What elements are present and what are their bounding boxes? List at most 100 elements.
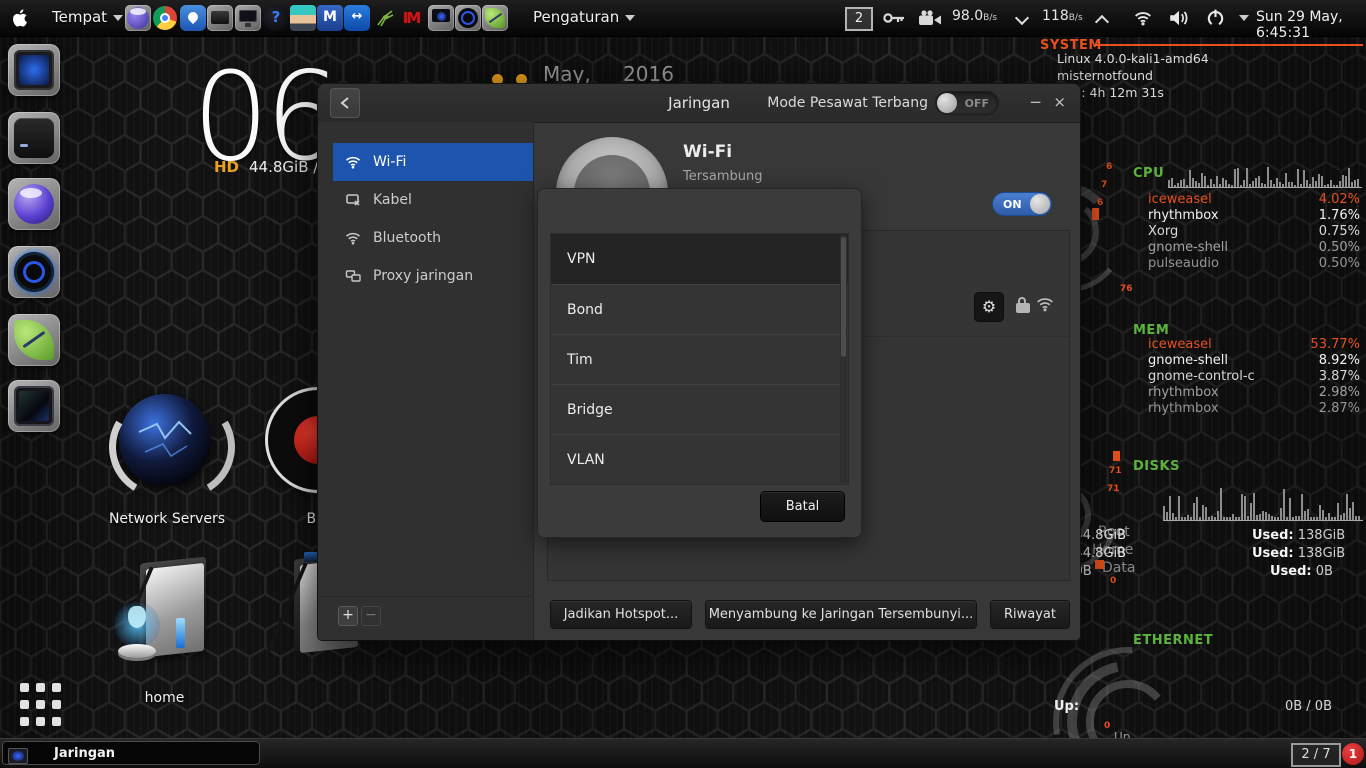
sidebar-item-label: Wi-Fi	[373, 154, 407, 170]
toggle-state: ON	[1003, 198, 1022, 211]
disk-used-label: Used:	[1252, 546, 1294, 561]
panel-clock[interactable]: Sun 29 May, 6:45:31	[1256, 9, 1366, 41]
workspace-indicator[interactable]: 2	[845, 7, 873, 31]
control-center-icon[interactable]	[428, 5, 454, 31]
metasploit-icon[interactable]: M	[317, 5, 343, 31]
display-glyph	[14, 386, 54, 426]
connection-settings-button[interactable]: ⚙	[974, 292, 1004, 322]
net-upload-unit: B/s	[1068, 13, 1083, 23]
help-icon[interactable]: ?	[263, 5, 289, 31]
ethernet-up-label: Up:	[1054, 699, 1080, 714]
dock-display-icon[interactable]	[8, 380, 60, 432]
top-panel: Tempat ? M ↔ IM Pengaturan 2 98.0B/s 118…	[0, 0, 1366, 41]
files-icon[interactable]	[207, 5, 233, 31]
teamviewer-icon[interactable]: ↔	[344, 5, 370, 31]
app-grid-button[interactable]	[20, 683, 64, 727]
connection-type-vlan[interactable]: VLAN	[551, 434, 848, 484]
airplane-mode-toggle[interactable]: OFF	[936, 92, 998, 114]
chevron-down-icon	[113, 14, 124, 21]
wired-network-icon	[346, 194, 360, 206]
desktop-screen: 06 May, 2016 HD 44.8GiB / 192 Network Ser…	[0, 0, 1366, 768]
dock-leafpad-icon[interactable]	[8, 314, 60, 366]
net-download-unit: B/s	[983, 13, 998, 23]
leaf-glyph	[14, 320, 54, 360]
msf-text-icon[interactable]: IM	[398, 5, 424, 31]
sidebar-item-proxy[interactable]: Proxy jaringan	[333, 257, 533, 295]
power-icon[interactable]	[1206, 8, 1225, 27]
notification-badge: 1	[1342, 743, 1364, 765]
add-connection-button[interactable]: +	[338, 606, 358, 626]
chevron-down-icon	[625, 14, 636, 21]
player-glyph	[14, 252, 54, 292]
disk-label: Data	[1102, 560, 1136, 576]
taskbar-window-button[interactable]: Jaringan	[2, 741, 260, 765]
airplane-mode-label: Mode Pesawat Terbang	[767, 95, 928, 111]
mem-process-value: 2.98%	[1318, 385, 1360, 400]
close-button[interactable]: ×	[1053, 92, 1066, 112]
dock-browser-icon[interactable]	[8, 178, 60, 230]
conky-cpu-title: CPU	[1133, 166, 1165, 181]
net-upload-value: 118	[1042, 8, 1069, 24]
disk-used: Used: 0B	[1270, 564, 1333, 579]
mem-process: gnome-control-c	[1148, 369, 1255, 384]
connection-type-vpn[interactable]: VPN	[551, 234, 848, 284]
cpu-process: Xorg	[1148, 224, 1179, 239]
connection-type-bridge[interactable]: Bridge	[551, 384, 848, 434]
connect-hidden-network-button[interactable]: Menyambung ke Jaringan Tersembunyi...	[706, 601, 976, 628]
cpu-process: gnome-shell	[1148, 240, 1229, 255]
workspace-pager[interactable]: 2 / 7	[1291, 743, 1341, 767]
sidebar-item-bluetooth[interactable]: Bluetooth	[333, 219, 533, 257]
network-servers-icon[interactable]	[98, 385, 246, 509]
cpu-history-graph	[1168, 163, 1362, 188]
sidebar-item-wired[interactable]: Kabel	[333, 181, 533, 219]
gauge-tick: 6	[1106, 162, 1113, 172]
cpu-process: iceweasel	[1148, 192, 1212, 207]
leafpad-icon[interactable]	[482, 5, 508, 31]
minimize-button[interactable]: −	[1029, 92, 1042, 112]
screen-recorder-icon[interactable]	[918, 10, 942, 26]
bluetooth-icon	[345, 232, 361, 245]
dock-computer-icon[interactable]	[8, 44, 60, 96]
connection-type-team[interactable]: Tim	[551, 334, 848, 384]
gauge-marker	[1095, 560, 1104, 569]
chrome-icon[interactable]	[152, 5, 178, 31]
wifi-toggle[interactable]: ON	[993, 193, 1051, 215]
dialog-scrollbar[interactable]	[840, 235, 847, 483]
toggle-knob	[937, 93, 957, 113]
media-player-icon[interactable]	[455, 5, 481, 31]
mem-process-value: 3.87%	[1318, 369, 1360, 384]
display-app-icon[interactable]	[235, 5, 261, 31]
gauge-tick: 76	[1120, 284, 1133, 294]
gauge-tick: 71	[1109, 466, 1122, 476]
chevron-down-icon[interactable]	[1239, 15, 1249, 21]
home-folder-icon[interactable]	[112, 556, 217, 668]
software-center-icon[interactable]	[180, 5, 206, 31]
gauge-marker	[1113, 451, 1120, 461]
sidebar-item-wifi[interactable]: Wi-Fi	[333, 143, 533, 181]
connection-type-bond[interactable]: Bond	[551, 284, 848, 334]
settings-menu[interactable]: Pengaturan	[533, 8, 636, 26]
use-as-hotspot-button[interactable]: Jadikan Hotspot...	[551, 601, 691, 628]
iceweasel-icon[interactable]	[125, 5, 151, 31]
window-headerbar: Jaringan Mode Pesawat Terbang OFF − ×	[318, 84, 1080, 123]
mem-process-value: 53.77%	[1310, 337, 1360, 352]
remove-connection-button[interactable]: −	[361, 606, 381, 626]
cancel-button[interactable]: Batal	[761, 492, 844, 521]
dock-player-icon[interactable]	[8, 246, 60, 298]
avatar-app-icon[interactable]	[290, 5, 316, 31]
network-settings-window: Jaringan Mode Pesawat Terbang OFF − × Wi…	[318, 84, 1080, 640]
volume-icon[interactable]	[1168, 9, 1190, 27]
places-menu[interactable]: Tempat	[52, 8, 124, 26]
conky-os: Linux 4.0.0-kali1-amd64	[1057, 51, 1209, 66]
wifi-status-icon[interactable]	[1133, 9, 1153, 27]
disk-used-label: Used:	[1270, 564, 1312, 579]
net-download-speed: 98.0B/s	[952, 8, 997, 24]
apple-menu-icon[interactable]	[10, 7, 30, 29]
connection-type-list: VPN Bond Tim Bridge VLAN	[551, 234, 848, 484]
history-button[interactable]: Riwayat	[991, 601, 1069, 628]
disk-used-label: Used:	[1252, 528, 1294, 543]
key-icon[interactable]	[882, 11, 906, 25]
dock-drive-icon[interactable]	[8, 112, 60, 164]
mantis-glyph	[377, 10, 394, 27]
mantis-app-icon[interactable]	[372, 5, 398, 31]
